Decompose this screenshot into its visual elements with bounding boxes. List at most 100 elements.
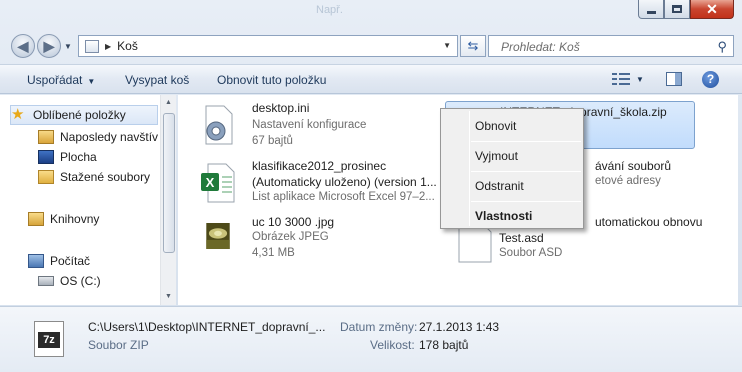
preview-pane-icon[interactable] bbox=[666, 72, 682, 86]
context-menu: Obnovit Vyjmout Odstranit Vlastnosti bbox=[440, 108, 584, 229]
address-history-dropdown[interactable]: ▼ bbox=[443, 41, 451, 50]
menu-gutter bbox=[469, 111, 470, 226]
recent-pages-dropdown[interactable]: ▼ bbox=[64, 42, 72, 51]
details-size-value: 178 bajtů bbox=[419, 338, 469, 352]
scroll-up-icon[interactable]: ▲ bbox=[165, 99, 172, 106]
scrollbar-thumb[interactable] bbox=[163, 113, 175, 253]
menu-item-properties[interactable]: Vlastnosti bbox=[475, 209, 532, 223]
forward-arrow-icon: ▶ bbox=[43, 37, 55, 54]
downloads-folder-icon bbox=[38, 170, 54, 184]
nav-item-label: Knihovny bbox=[50, 212, 100, 226]
details-modified-label: Datum změny: bbox=[340, 320, 418, 334]
file-type: List aplikace Microsoft Excel 97–2... bbox=[252, 191, 435, 203]
close-button[interactable]: ✕ bbox=[690, 0, 734, 19]
nav-item-label: OS (C:) bbox=[60, 274, 101, 288]
views-dropdown-icon[interactable]: ▼ bbox=[636, 75, 644, 84]
back-arrow-icon: ◀ bbox=[17, 37, 29, 54]
drive-icon bbox=[38, 276, 54, 286]
details-file-path: C:\Users\1\Desktop\INTERNET_dopravní_... bbox=[88, 320, 326, 334]
command-bar: Uspořádat ▼ Vysypat koš Obnovit tuto polo… bbox=[0, 64, 742, 94]
jpeg-thumbnail-icon bbox=[206, 223, 230, 249]
file-item[interactable]: uc 10 3000 .jpg Obrázek JPEG 4,31 MB bbox=[184, 213, 434, 269]
window-title: Např. bbox=[316, 4, 343, 16]
file-name: ávání souborů bbox=[595, 159, 672, 173]
7zip-icon: 7z bbox=[34, 321, 64, 357]
nav-item-label: Plocha bbox=[60, 150, 97, 164]
7zip-icon-text: 7z bbox=[38, 332, 60, 348]
desktop-icon bbox=[38, 150, 54, 164]
libraries-icon bbox=[28, 212, 44, 226]
address-bar[interactable]: ▶ Koš ▼ bbox=[78, 35, 458, 57]
close-icon: ✕ bbox=[706, 1, 718, 17]
nav-item-downloads[interactable]: Stažené soubory bbox=[38, 167, 160, 187]
file-name: desktop.ini bbox=[252, 101, 310, 115]
menu-item-restore[interactable]: Obnovit bbox=[475, 119, 516, 133]
forward-button[interactable]: ▶ bbox=[37, 34, 61, 58]
recycle-bin-icon bbox=[85, 39, 99, 53]
minimize-button[interactable] bbox=[638, 0, 664, 19]
minimize-icon bbox=[646, 10, 656, 14]
menu-separator bbox=[471, 141, 581, 142]
nav-item-desktop[interactable]: Plocha bbox=[38, 147, 160, 167]
scroll-down-icon[interactable]: ▼ bbox=[165, 293, 172, 300]
help-icon[interactable]: ? bbox=[702, 71, 719, 88]
breadcrumb-location[interactable]: Koš bbox=[117, 39, 138, 53]
svg-text:X: X bbox=[206, 175, 215, 190]
nav-item-drive-c[interactable]: OS (C:) bbox=[38, 271, 160, 291]
menu-separator bbox=[471, 201, 581, 202]
file-size: 4,31 MB bbox=[252, 247, 295, 259]
file-name-continued: Test.asd bbox=[499, 231, 544, 245]
menu-item-cut[interactable]: Vyjmout bbox=[475, 149, 518, 163]
file-type: Soubor ASD bbox=[499, 247, 563, 259]
file-item[interactable]: X klasifikace2012_prosinec (Automaticky … bbox=[184, 157, 437, 213]
asd-file-icon bbox=[458, 223, 492, 263]
details-file-type: Soubor ZIP bbox=[88, 338, 149, 352]
search-placeholder[interactable]: Prohledat: Koš bbox=[501, 40, 580, 54]
title-bar: Např. ✕ bbox=[0, 0, 742, 26]
file-item[interactable]: desktop.ini Nastavení konfigurace 67 baj… bbox=[184, 99, 434, 155]
explorer-window: Např. ✕ ◀ ▶ ▼ ▶ Koš ▼ ⇆ Prohledat: Koš ⚲… bbox=[0, 0, 742, 372]
restore-item-button[interactable]: Obnovit tuto položku bbox=[217, 73, 326, 87]
navigation-pane: ★ Oblíbené položky Naposledy navštív Plo… bbox=[0, 95, 176, 305]
navigation-scrollbar[interactable]: ▲ ▼ bbox=[160, 95, 176, 305]
nav-item-label: Počítač bbox=[50, 254, 91, 268]
breadcrumb-chevron-icon[interactable]: ▶ bbox=[105, 42, 111, 51]
nav-item-label: Oblíbené položky bbox=[33, 108, 126, 122]
star-icon: ★ bbox=[11, 106, 25, 123]
nav-item-label: Stažené soubory bbox=[60, 170, 151, 184]
excel-file-icon: X bbox=[201, 163, 235, 203]
settings-file-icon bbox=[205, 105, 233, 145]
organize-label: Uspořádat bbox=[27, 73, 83, 87]
menu-item-delete[interactable]: Odstranit bbox=[475, 179, 524, 193]
file-type: Nastavení konfigurace bbox=[252, 119, 367, 131]
details-size-label: Velikost: bbox=[370, 338, 415, 352]
empty-bin-button[interactable]: Vysypat koš bbox=[125, 73, 189, 87]
file-size: 67 bajtů bbox=[252, 135, 293, 147]
refresh-button[interactable]: ⇆ bbox=[460, 35, 486, 57]
nav-item-recent-places[interactable]: Naposledy navštív bbox=[38, 127, 160, 147]
nav-item-favorites[interactable]: ★ Oblíbené položky bbox=[10, 105, 158, 125]
search-box[interactable]: Prohledat: Koš ⚲ bbox=[488, 35, 734, 57]
back-button[interactable]: ◀ bbox=[11, 34, 35, 58]
details-pane: 7z C:\Users\1\Desktop\INTERNET_dopravní_… bbox=[0, 306, 742, 372]
details-modified-value: 27.1.2013 1:43 bbox=[419, 320, 500, 334]
refresh-icon: ⇆ bbox=[467, 38, 479, 53]
file-name: utomatickou obnovu bbox=[595, 215, 703, 229]
recent-places-icon bbox=[38, 130, 54, 144]
organize-menu-button[interactable]: Uspořádat ▼ bbox=[27, 73, 95, 87]
magnifier-icon[interactable]: ⚲ bbox=[717, 39, 727, 55]
nav-item-label: Naposledy navštív bbox=[60, 130, 159, 144]
views-icon[interactable] bbox=[612, 72, 630, 87]
file-name: klasifikace2012_prosinec bbox=[252, 159, 387, 173]
file-type: Obrázek JPEG bbox=[252, 231, 329, 243]
menu-separator bbox=[471, 171, 581, 172]
file-name-continued: (Automaticky uloženo) (version 1... bbox=[252, 175, 437, 189]
computer-icon bbox=[28, 254, 44, 268]
window-controls: ✕ bbox=[638, 0, 734, 19]
maximize-icon bbox=[672, 5, 682, 13]
nav-item-libraries[interactable]: Knihovny bbox=[28, 209, 160, 229]
maximize-button[interactable] bbox=[664, 0, 690, 19]
nav-item-computer[interactable]: Počítač bbox=[28, 251, 160, 271]
organize-dropdown-icon: ▼ bbox=[87, 77, 96, 86]
file-name: uc 10 3000 .jpg bbox=[252, 215, 335, 229]
